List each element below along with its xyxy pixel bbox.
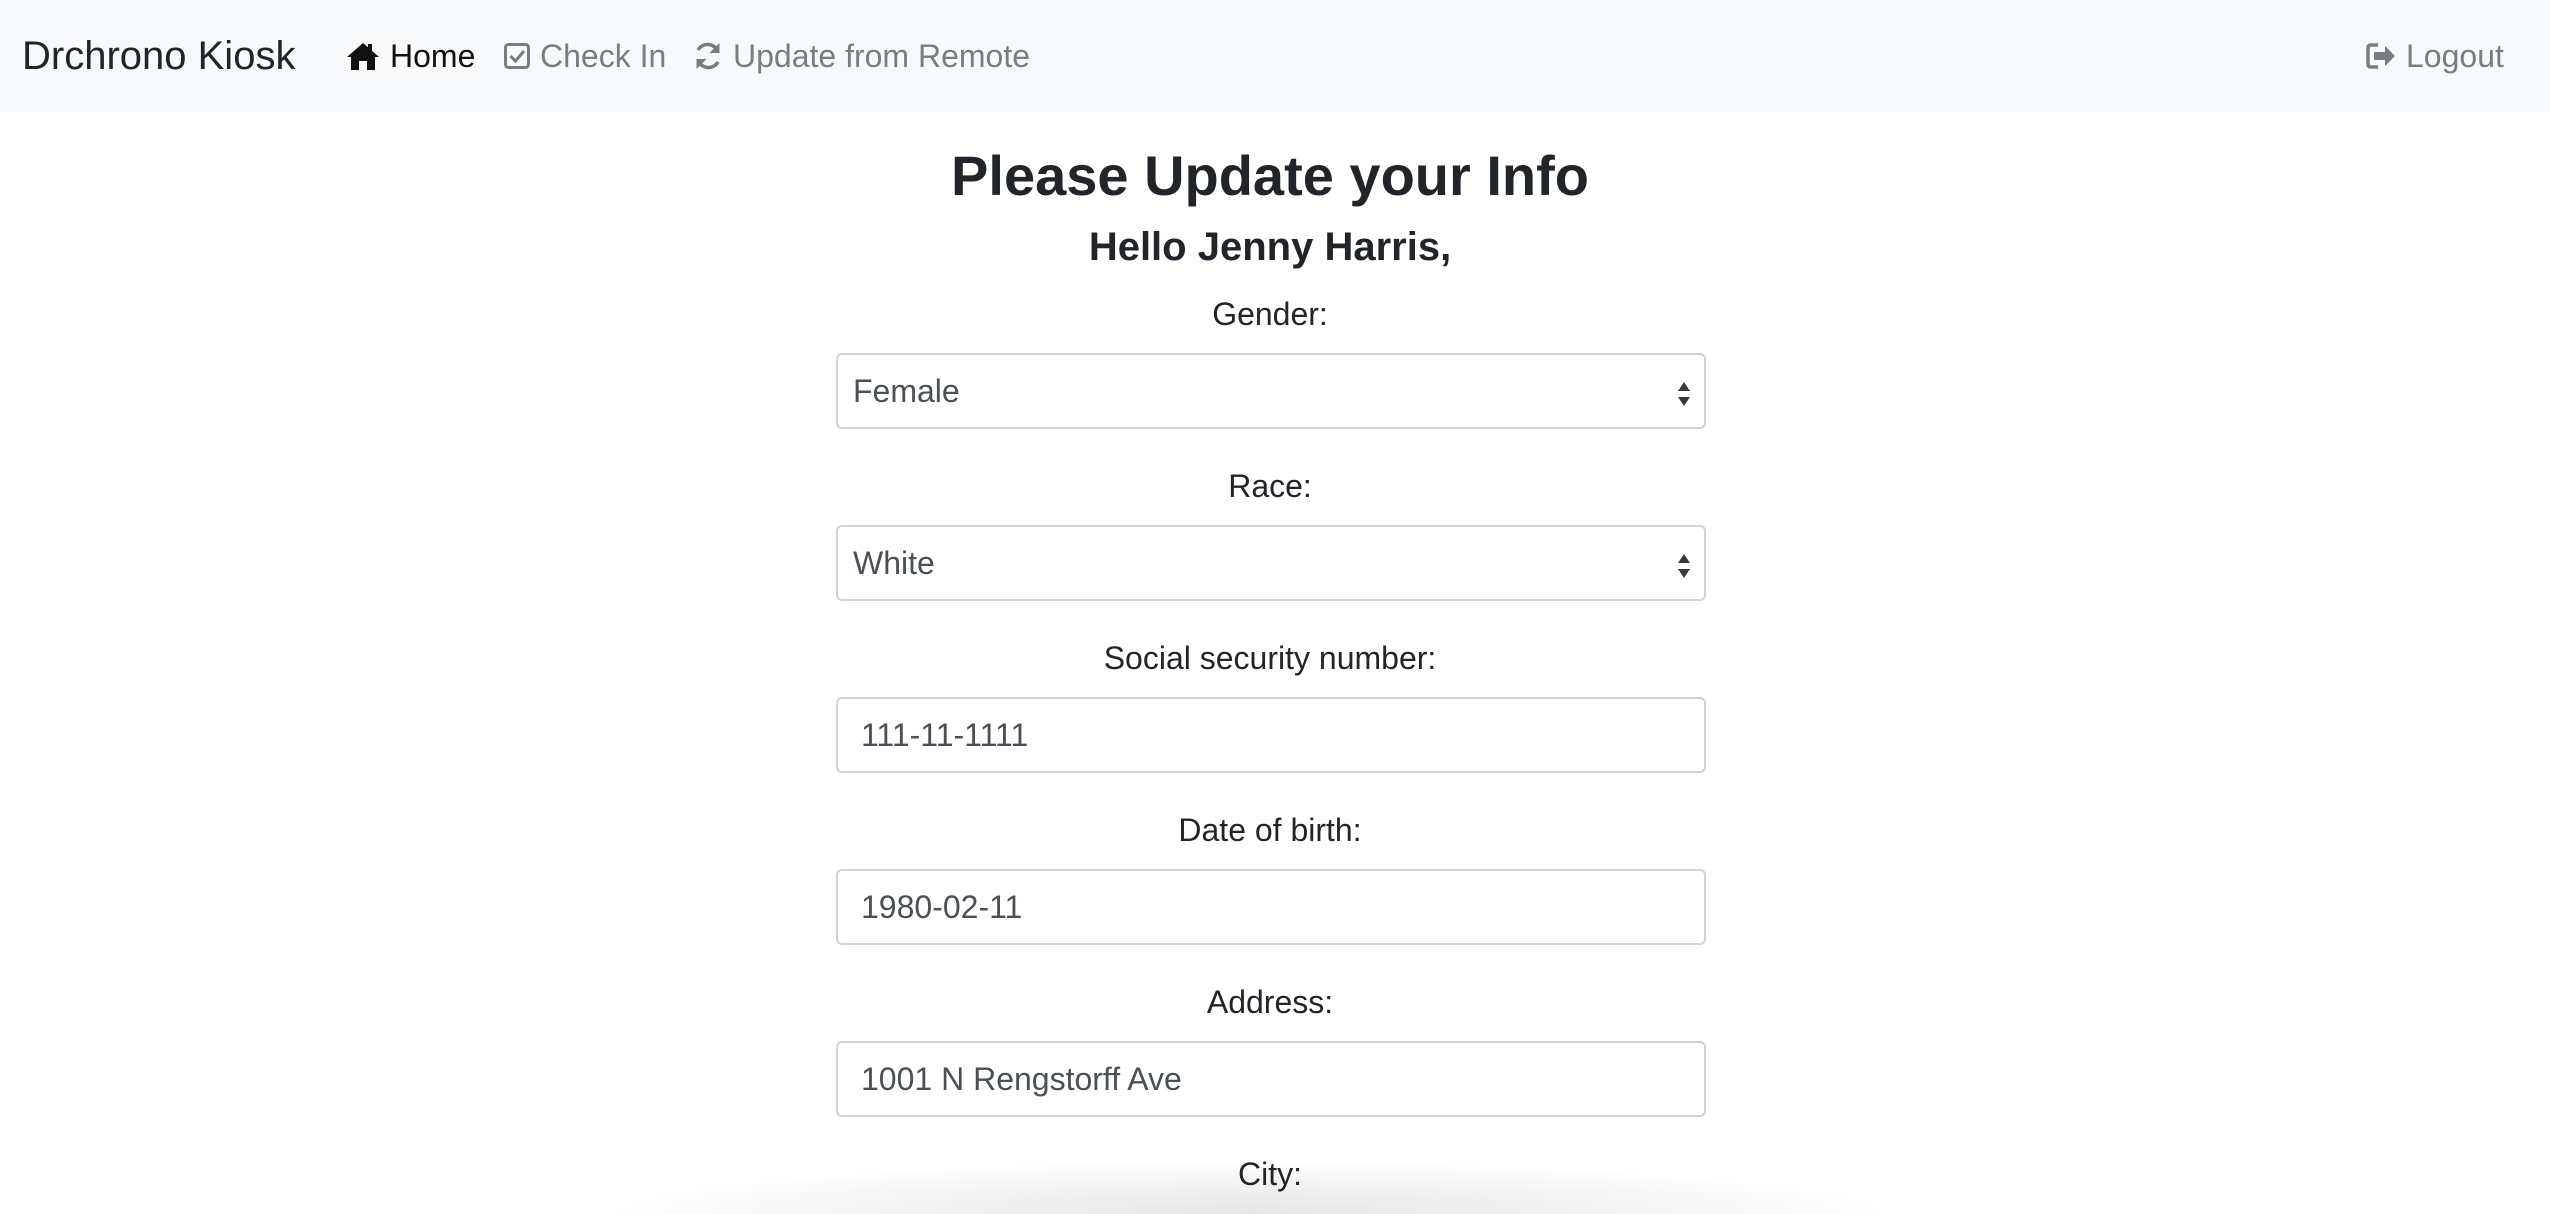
nav-item-label: Update from Remote (733, 37, 1031, 74)
nav-item-label: Home (390, 37, 476, 74)
greeting: Hello Jenny Harris, (1088, 225, 1452, 269)
dob-input[interactable]: 1980-02-11 (836, 869, 1706, 945)
address-input[interactable]: 1001 N Rengstorff Ave (836, 1041, 1706, 1117)
nav-item-check-in[interactable]: Check In (503, 34, 666, 78)
ssn-label: Social security number: (1103, 640, 1437, 676)
page-title: Please Update your Info (951, 144, 1589, 207)
nav-item-update-from-remote[interactable]: Update from Remote (692, 34, 1030, 78)
nav-item-home[interactable]: Home (345, 34, 475, 78)
gender-select[interactable]: Female (836, 353, 1706, 429)
gender-label: Gender: (1212, 296, 1328, 332)
city-label: City: (1238, 1156, 1302, 1192)
address-label: Address: (1206, 984, 1334, 1020)
ssn-value: 111-11-1111 (861, 716, 1029, 753)
check-square-icon (504, 43, 530, 69)
nav-logout[interactable]: Logout (2365, 34, 2504, 78)
select-arrows-icon (1678, 382, 1690, 406)
main-content: Please Update your Info Hello Jenny Harr… (0, 112, 2550, 1214)
race-label: Race: (1228, 468, 1312, 504)
nav-logout-label: Logout (2406, 37, 2504, 74)
race-value: White (853, 544, 935, 581)
race-select[interactable]: White (836, 525, 1706, 601)
sign-out-icon (2366, 43, 2395, 69)
top-navbar: Drchrono Kiosk Home Check In Update from… (0, 0, 2550, 112)
select-arrows-icon (1678, 554, 1690, 578)
navbar-brand[interactable]: Drchrono Kiosk (22, 30, 295, 82)
nav-item-label: Check In (540, 37, 667, 74)
gender-value: Female (853, 372, 960, 409)
address-value: 1001 N Rengstorff Ave (861, 1060, 1182, 1097)
refresh-icon (696, 42, 720, 70)
dob-value: 1980-02-11 (861, 888, 1023, 925)
ssn-input[interactable]: 111-11-1111 (836, 697, 1706, 773)
dob-label: Date of birth: (1178, 812, 1362, 848)
home-icon (347, 43, 379, 70)
